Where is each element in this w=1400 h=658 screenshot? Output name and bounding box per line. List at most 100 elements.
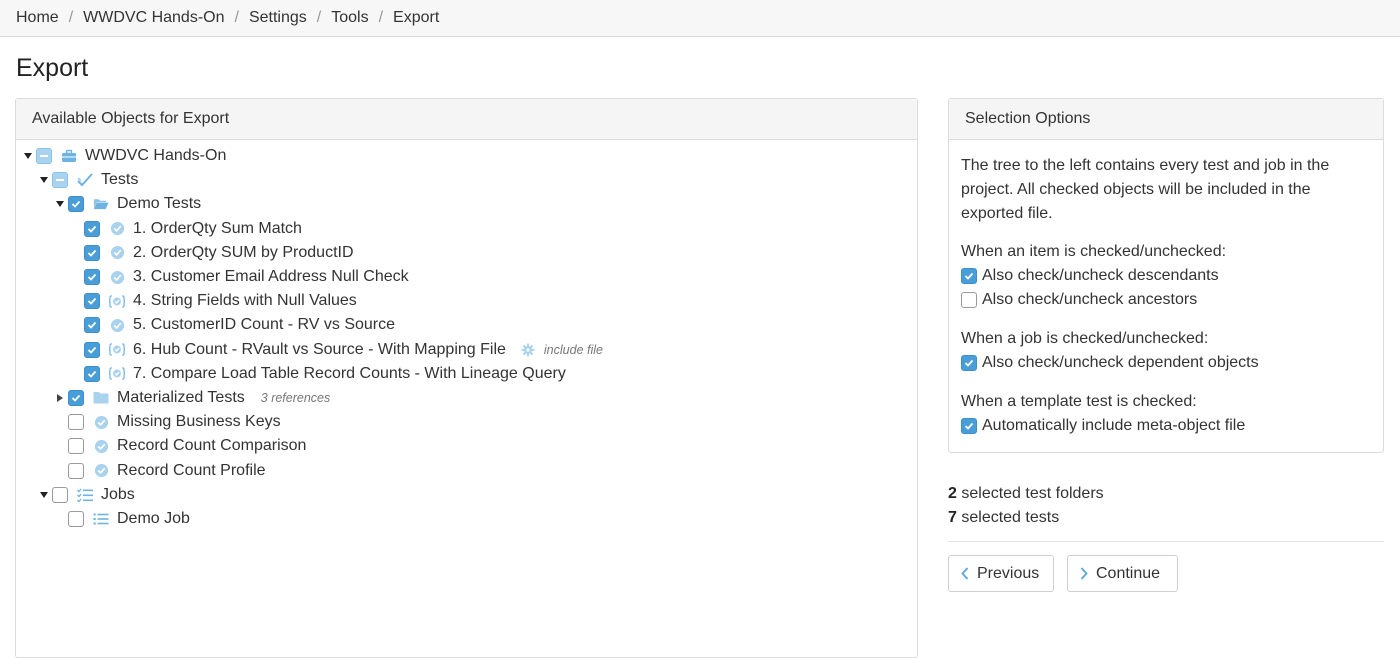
checkbox[interactable] [68,438,84,455]
tree-node-label[interactable]: Missing Business Keys [117,413,281,431]
template-options-heading: When a template test is checked: [961,393,1197,410]
tree-node-label[interactable]: Demo Tests [117,195,201,213]
continue-button[interactable]: Continue [1067,555,1178,592]
tree-node-label[interactable]: 5. CustomerID Count - RV vs Source [133,316,395,334]
panel-heading: Selection Options [949,99,1383,140]
caret-down-icon [40,177,48,184]
tree-node-label[interactable]: Record Count Comparison [117,437,306,455]
tree-node-job: Demo Job [16,507,917,531]
checkbox[interactable] [961,268,977,284]
options-description: The tree to the left contains every test… [961,157,1330,222]
checkbox[interactable] [961,355,977,371]
checkbox[interactable] [84,293,100,310]
caret-down-icon [40,491,48,498]
count-label: selected test folders [961,485,1104,502]
collapse-toggle[interactable] [39,175,49,185]
checkbox[interactable] [68,462,84,479]
tree-node-label[interactable]: WWDVC Hands-On [85,147,226,165]
page-title: Export [16,54,89,82]
collapse-toggle[interactable] [55,199,65,209]
tree-node-test: 7. Compare Load Table Record Counts - Wi… [16,362,917,386]
list-icon [93,511,109,527]
breadcrumb-settings[interactable]: Settings [249,9,307,27]
check-badge-icon [109,269,125,285]
checkbox[interactable] [84,317,100,334]
caret-down-icon [56,201,64,208]
option-label[interactable]: Automatically include meta-object file [982,414,1245,438]
expand-toggle[interactable] [55,393,65,403]
tree-node-label[interactable]: 4. String Fields with Null Values [133,292,357,310]
tree-node-label[interactable]: 3. Customer Email Address Null Check [133,268,409,286]
selection-options-panel: Selection Options The tree to the left c… [948,98,1384,453]
template-gear-icon [109,342,125,358]
checkbox[interactable] [84,341,100,358]
check-badge-icon [93,414,109,430]
tree-node-jobs: Jobs [16,483,917,507]
template-gear-icon [109,293,125,309]
item-options: When an item is checked/unchecked: Also … [961,240,1371,312]
tree-node-label[interactable]: Jobs [101,486,135,504]
include-file-tag[interactable]: include file [520,342,603,358]
option-label[interactable]: Also check/uncheck dependent objects [982,351,1259,375]
option-label[interactable]: Also check/uncheck descendants [982,264,1219,288]
tree-node-test: 2. OrderQty SUM by ProductID [16,241,917,265]
tree-node-label[interactable]: 6. Hub Count - RVault vs Source - With M… [133,341,506,359]
count-label: selected tests [961,509,1060,526]
tree-node-label[interactable]: 7. Compare Load Table Record Counts - Wi… [133,365,566,383]
check-badge-icon [93,463,109,479]
tree-node-project: WWDVC Hands-On [16,144,917,168]
tree-node-label[interactable]: 1. OrderQty Sum Match [133,220,302,238]
export-objects-panel: Available Objects for Export WWDVC Hands… [15,98,918,658]
panel-heading: Available Objects for Export [16,99,917,140]
checkbox[interactable] [52,172,68,189]
checkbox[interactable] [36,148,52,165]
checkbox[interactable] [84,244,100,261]
previous-button[interactable]: Previous [948,555,1054,592]
checkbox[interactable] [68,414,84,431]
selected-folders-count: 2 selected test folders [948,482,1104,506]
checkbox[interactable] [52,486,68,503]
count-value: 2 [948,485,957,502]
references-note: 3 references [260,390,331,405]
tree-node-test: Record Count Profile [16,458,917,482]
tree-node-label[interactable]: 2. OrderQty SUM by ProductID [133,244,354,262]
double-check-icon [77,172,93,188]
breadcrumb-home[interactable]: Home [16,9,59,27]
breadcrumb-separator: / [316,9,322,26]
checkbox[interactable] [961,418,977,434]
option-ancestors[interactable]: Also check/uncheck ancestors [961,288,1371,312]
tree-node-label[interactable]: Record Count Profile [117,462,266,480]
item-options-heading: When an item is checked/unchecked: [961,243,1227,260]
selection-summary: 2 selected test folders 7 selected tests [948,482,1104,530]
object-tree: WWDVC Hands-On Tests Demo Tests 1. Order… [16,140,917,531]
collapse-toggle[interactable] [23,151,33,161]
option-label[interactable]: Also check/uncheck ancestors [982,288,1197,312]
option-dependent-objects[interactable]: Also check/uncheck dependent objects [961,351,1371,375]
checkbox[interactable] [68,389,84,406]
option-meta-object[interactable]: Automatically include meta-object file [961,414,1371,438]
checkbox[interactable] [68,196,84,213]
checkbox[interactable] [961,292,977,308]
breadcrumb-separator: / [68,9,74,26]
check-badge-icon [109,245,125,261]
tree-node-label[interactable]: Tests [101,171,138,189]
breadcrumb-export: Export [393,9,440,26]
gear-icon [520,342,536,358]
tree-node-test: Record Count Comparison [16,434,917,458]
caret-right-icon [57,393,63,402]
checkbox[interactable] [68,510,84,527]
previous-button-label: Previous [977,564,1040,582]
checkbox[interactable] [84,365,100,382]
tree-node-label[interactable]: Demo Job [117,510,190,528]
checkbox[interactable] [84,269,100,286]
option-descendants[interactable]: Also check/uncheck descendants [961,264,1371,288]
breadcrumb-project[interactable]: WWDVC Hands-On [83,9,224,27]
tree-node-test: Missing Business Keys [16,410,917,434]
checkbox[interactable] [84,220,100,237]
tree-node-label[interactable]: Materialized Tests [117,389,245,407]
breadcrumb-separator: / [234,9,239,26]
breadcrumb-tools[interactable]: Tools [331,9,368,27]
collapse-toggle[interactable] [39,490,49,500]
tree-node-tests: Tests [16,168,917,192]
breadcrumb-separator: / [378,9,384,26]
